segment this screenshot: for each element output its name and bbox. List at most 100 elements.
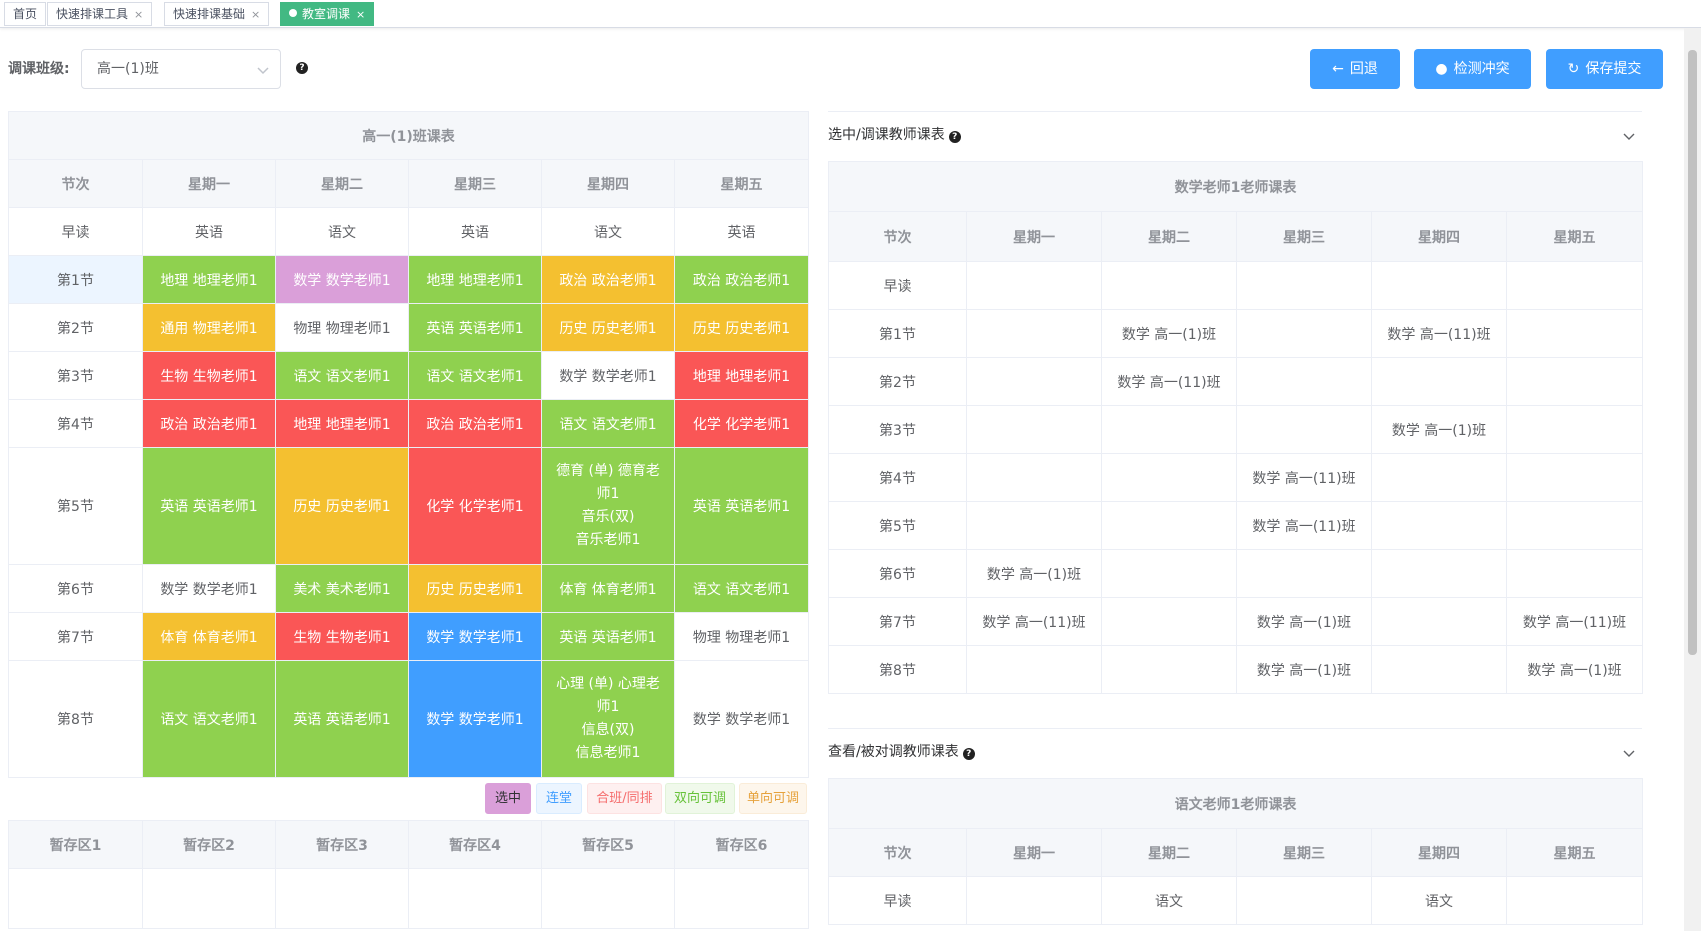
tab-quick-scheduling-base[interactable]: 快速排课基础 ×	[164, 2, 270, 26]
schedule-cell	[1101, 405, 1237, 454]
schedule-cell[interactable]: 数学 数学老师1	[673, 660, 810, 778]
legend-consecutive: 连堂	[536, 783, 582, 814]
class-select-label: 调课班级:	[8, 61, 70, 77]
schedule-cell[interactable]: 语文 语文老师1	[408, 351, 542, 400]
schedule-cell	[966, 453, 1102, 502]
close-icon[interactable]: ×	[251, 8, 260, 21]
schedule-cell[interactable]: 语文 语文老师1	[541, 399, 675, 448]
schedule-cell[interactable]: 化学 化学老师1	[408, 447, 542, 565]
schedule-cell[interactable]: 化学 化学老师1	[673, 399, 810, 448]
save-submit-button[interactable]: ↻ 保存提交	[1546, 49, 1663, 89]
target-teacher-section-header[interactable]: 查看/被对调教师课表?	[828, 742, 975, 762]
staging-slot[interactable]	[275, 868, 409, 929]
chevron-down-icon[interactable]	[1622, 746, 1636, 760]
schedule-cell[interactable]: 生物 生物老师1	[142, 351, 276, 400]
schedule-cell[interactable]: 英语 英语老师1	[275, 660, 409, 778]
schedule-cell[interactable]: 英语 英语老师1	[673, 447, 810, 565]
section-title: 选中/调课教师课表	[828, 127, 945, 143]
staging-slot[interactable]	[541, 868, 675, 929]
schedule-cell	[1236, 405, 1372, 454]
schedule-cell[interactable]: 英语 英语老师1	[541, 612, 675, 661]
legend-two-way: 双向可调	[665, 783, 735, 814]
help-icon[interactable]: ?	[962, 748, 975, 760]
back-button-label: 回退	[1349, 61, 1378, 77]
schedule-cell[interactable]: 美术 美术老师1	[275, 564, 409, 613]
schedule-cell[interactable]: 英语	[408, 207, 542, 256]
schedule-cell[interactable]: 历史 历史老师1	[275, 447, 409, 565]
schedule-cell[interactable]: 政治 政治老师1	[541, 255, 675, 304]
close-icon[interactable]: ×	[134, 8, 143, 21]
schedule-cell[interactable]: 历史 历史老师1	[541, 303, 675, 352]
schedule-cell[interactable]: 英语 英语老师1	[408, 303, 542, 352]
page-scrollbar[interactable]	[1684, 28, 1701, 931]
schedule-cell[interactable]: 英语	[142, 207, 276, 256]
schedule-cell: 数学 高一(11)班	[1101, 357, 1237, 406]
column-header: 星期四	[541, 159, 675, 208]
refresh-icon: ↻	[1567, 61, 1580, 77]
schedule-cell-selected[interactable]: 数学 数学老师1	[275, 255, 409, 304]
column-header: 星期二	[275, 159, 409, 208]
schedule-cell-split[interactable]: 心理 (单) 心理老 师1 信息(双) 信息老师1	[541, 660, 675, 778]
table-row: 第3节 生物 生物老师1 语文 语文老师1 语文 语文老师1 数学 数学老师1 …	[8, 351, 810, 400]
close-icon[interactable]: ×	[356, 8, 365, 21]
schedule-cell[interactable]: 物理 物理老师1	[275, 303, 409, 352]
table-row: 第2节 通用 物理老师1 物理 物理老师1 英语 英语老师1 历史 历史老师1 …	[8, 303, 810, 352]
schedule-cell[interactable]: 通用 物理老师1	[142, 303, 276, 352]
chevron-down-icon[interactable]	[1622, 129, 1636, 143]
table-row: 第4节 数学 高一(11)班	[828, 453, 1644, 502]
schedule-cell[interactable]: 数学 数学老师1	[408, 660, 542, 778]
period-label: 第6节	[8, 564, 143, 613]
schedule-cell	[1505, 357, 1644, 406]
staging-slot[interactable]	[674, 868, 809, 929]
schedule-cell[interactable]: 体育 体育老师1	[142, 612, 276, 661]
staging-slot[interactable]	[8, 868, 143, 929]
schedule-cell-split[interactable]: 德育 (单) 德育老 师1 音乐(双) 音乐老师1	[541, 447, 675, 565]
schedule-cell[interactable]: 数学 数学老师1	[142, 564, 276, 613]
cell-line: 师1	[596, 699, 620, 715]
divider	[828, 111, 1642, 112]
period-label: 第1节	[828, 309, 967, 358]
tab-label: 教室调课	[302, 7, 351, 21]
schedule-cell[interactable]: 历史 历史老师1	[673, 303, 810, 352]
back-button[interactable]: ← 回退	[1310, 49, 1400, 89]
selected-teacher-section-header[interactable]: 选中/调课教师课表?	[828, 125, 961, 145]
staging-slot[interactable]	[408, 868, 542, 929]
period-label: 第6节	[828, 549, 967, 598]
schedule-cell[interactable]: 语文 语文老师1	[673, 564, 810, 613]
scrollbar-thumb[interactable]	[1688, 50, 1697, 655]
schedule-cell[interactable]: 语文 语文老师1	[142, 660, 276, 778]
schedule-cell[interactable]: 数学 数学老师1	[408, 612, 542, 661]
schedule-cell	[966, 357, 1102, 406]
schedule-cell[interactable]: 政治 政治老师1	[408, 399, 542, 448]
help-icon[interactable]: ?	[296, 62, 308, 74]
schedule-cell[interactable]: 物理 物理老师1	[673, 612, 810, 661]
schedule-cell[interactable]: 地理 地理老师1	[408, 255, 542, 304]
schedule-cell[interactable]: 历史 历史老师1	[408, 564, 542, 613]
schedule-cell[interactable]: 语文	[275, 207, 409, 256]
tags-view-bar: 首页 快速排课工具 × 快速排课基础 × 教室调课 ×	[0, 0, 1701, 28]
schedule-cell[interactable]: 地理 地理老师1	[275, 399, 409, 448]
schedule-cell[interactable]: 生物 生物老师1	[275, 612, 409, 661]
staging-slot[interactable]	[142, 868, 276, 929]
schedule-cell[interactable]: 语文	[541, 207, 675, 256]
schedule-cell[interactable]: 政治 政治老师1	[142, 399, 276, 448]
check-conflict-button[interactable]: ● 检测冲突	[1414, 49, 1531, 89]
tab-quick-scheduling-tool[interactable]: 快速排课工具 ×	[47, 2, 153, 26]
schedule-cell[interactable]: 数学 数学老师1	[541, 351, 675, 400]
class-select[interactable]: 高一(1)班	[81, 49, 281, 89]
tab-home[interactable]: 首页	[4, 2, 47, 26]
schedule-cell[interactable]: 语文 语文老师1	[275, 351, 409, 400]
tab-classroom-adjust[interactable]: 教室调课 ×	[280, 2, 375, 26]
schedule-cell[interactable]: 英语 英语老师1	[142, 447, 276, 565]
schedule-cell	[1101, 261, 1237, 310]
period-label: 第3节	[8, 351, 143, 400]
teacher-schedule-table: 数学老师1老师课表 节次 星期一 星期二 星期三 星期四 星期五 早读 第1节数…	[827, 161, 1644, 694]
schedule-cell[interactable]: 政治 政治老师1	[673, 255, 810, 304]
schedule-cell[interactable]: 地理 地理老师1	[673, 351, 810, 400]
section-title: 查看/被对调教师课表	[828, 744, 959, 760]
schedule-cell[interactable]: 体育 体育老师1	[541, 564, 675, 613]
schedule-cell[interactable]: 地理 地理老师1	[142, 255, 276, 304]
help-icon[interactable]: ?	[948, 131, 961, 143]
column-header: 节次	[828, 828, 967, 877]
schedule-cell[interactable]: 英语	[673, 207, 810, 256]
